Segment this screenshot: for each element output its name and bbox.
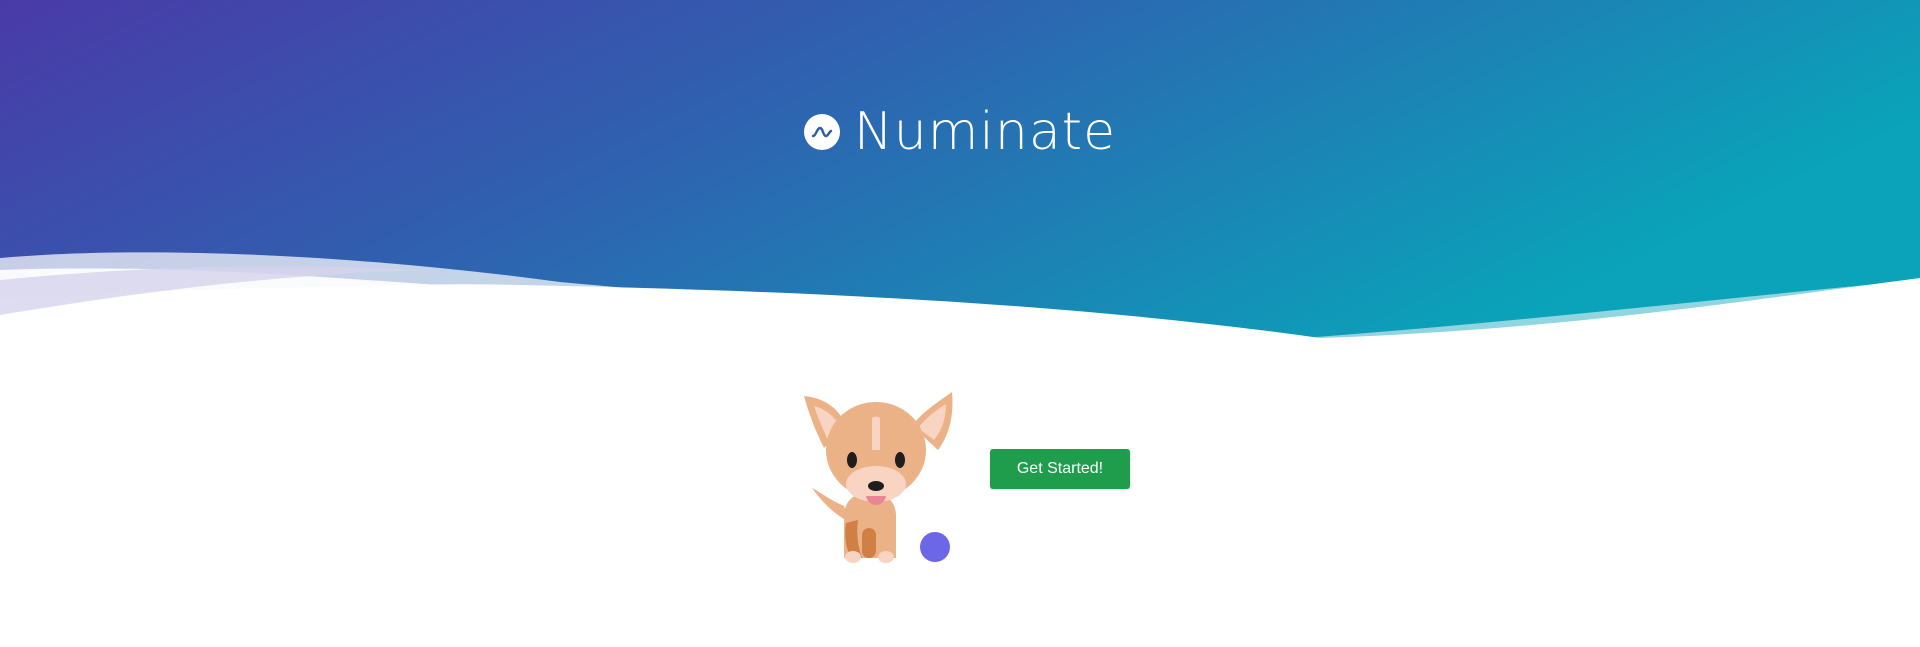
ball-icon <box>920 532 950 562</box>
get-started-button[interactable]: Get Started! <box>990 449 1130 489</box>
brand-header: Numinate <box>0 102 1920 162</box>
app-title: Numinate <box>853 102 1117 162</box>
wave-logo-icon <box>803 114 840 150</box>
landing-page: Numinate Get Started! <box>0 0 1920 647</box>
hero-banner <box>0 0 1920 400</box>
hero-background <box>0 0 1920 400</box>
